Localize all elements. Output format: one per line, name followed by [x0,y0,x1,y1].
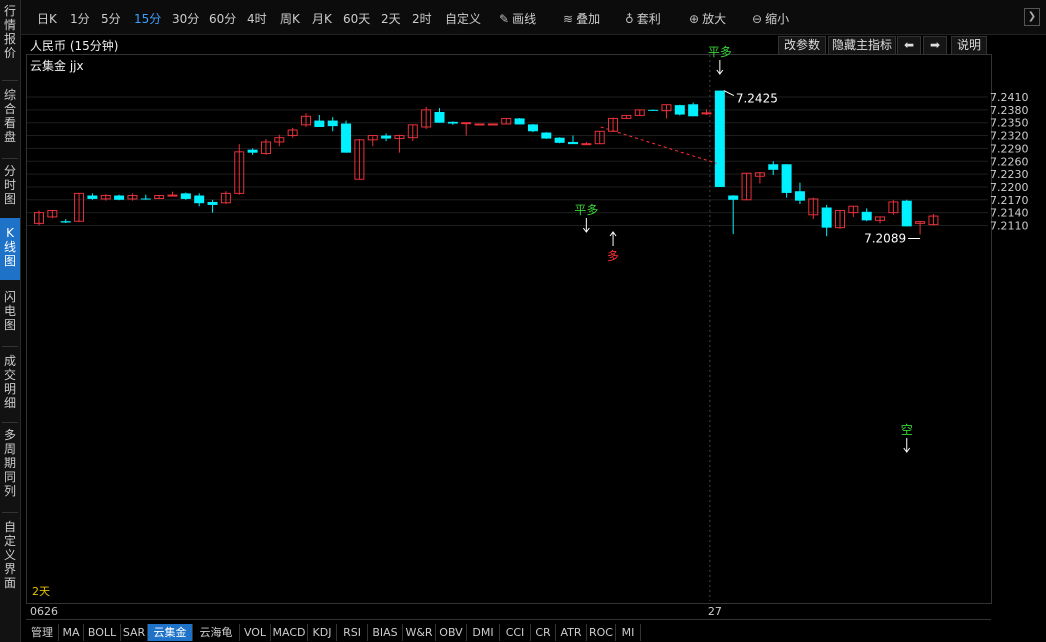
candle-body-down [527,124,538,132]
indicator-tab[interactable]: OBV [436,624,467,641]
candle-body-down [728,195,739,200]
signal-label-duo: 多 [607,249,619,263]
candle-body-down [381,135,392,139]
indicator-tab[interactable]: DMI [467,624,500,641]
kline-chart[interactable]: 7.24107.23807.23507.23207.22907.22607.22… [0,0,1046,642]
indicator-tab[interactable]: SAR [121,624,148,641]
candle-body-down [514,118,525,125]
signal-label-pingduo: 平多 [574,203,598,217]
indicator-tab[interactable]: ROC [587,624,616,641]
y-axis-tick-label: 7.2140 [990,207,1029,220]
candle-body-down [180,193,191,199]
candle-body-down [781,164,792,193]
candle-body-down [140,198,151,200]
candle-body-down [327,120,338,127]
indicator-tab[interactable]: W&R [403,624,436,641]
candle-body-down [554,137,565,143]
candle-body-down [768,164,779,170]
y-axis-tick-label: 7.2110 [990,220,1029,233]
y-axis-tick-label: 7.2200 [990,181,1029,194]
candle-body-down [447,121,458,124]
candle-body-up [461,122,472,125]
x-axis-label: 27 [707,605,722,618]
indicator-tab[interactable]: MI [616,624,641,641]
indicator-tab[interactable]: BIAS [368,624,403,641]
candle-body-up [167,194,178,197]
indicator-tab[interactable]: KDJ [308,624,337,641]
candle-body-up [701,112,712,115]
x-axis [26,603,991,620]
indicator-tab[interactable]: VOL [240,624,271,641]
y-axis-tick-label: 7.2410 [990,91,1029,104]
x-axis-label: 0626 [30,605,58,618]
y-axis-tick-label: 7.2260 [990,155,1029,168]
candle-body-up [487,123,498,126]
y-axis-tick-label: 7.2380 [990,104,1029,117]
candle-body-down [861,211,872,221]
candle-body-down [821,207,832,228]
candle-body-down [901,200,912,227]
candle-body-down [247,149,258,153]
y-axis-tick-label: 7.2290 [990,142,1029,155]
candle-body-down [60,221,71,223]
indicator-tabs: 管理 MA BOLL SAR 云集金 云海龟 VOL MACD KDJ RSI BIAS W&R OBV… [26,624,1046,642]
signal-label-pingduo: 平多 [708,45,732,59]
y-axis-tick-label: 7.2320 [990,130,1029,143]
candle-body-down [207,201,218,205]
candle-body-down [648,109,659,111]
indicator-tab[interactable]: CCI [500,624,531,641]
y-axis-tick-label: 7.2170 [990,194,1029,207]
indicator-tab[interactable]: RSI [337,624,368,641]
signal-label-kong: 空 [901,423,913,437]
candle-body-down [568,141,578,145]
indicator-tab[interactable]: 云集金 [148,624,193,641]
candle-body-down [114,195,125,200]
candle-body-down [434,111,445,123]
candle-body-down [541,132,552,139]
indicator-tab[interactable]: 管理 [26,624,59,641]
indicator-tab[interactable]: MA [59,624,84,641]
high-leader-line [723,90,735,97]
candle-body-up [581,143,592,146]
candle-body-down [688,104,699,117]
candle-body-down [674,105,685,115]
candle-body-up [474,123,485,126]
indicator-tab[interactable]: MACD [271,624,308,641]
candle-body-down [794,191,805,201]
candle-body-down [194,195,205,204]
period-label: 2天 [32,585,50,598]
y-axis-tick-label: 7.2350 [990,117,1029,130]
low-value-label: 7.2089 [864,231,906,245]
candle-body-down [314,120,325,127]
y-axis-tick-label: 7.2230 [990,168,1029,181]
candle-body-down [714,90,725,187]
candle-body-down [341,123,352,153]
signal-trend-line [600,126,717,164]
candle-body-down [87,195,98,199]
high-value-label: 7.2425 [736,92,778,106]
indicator-tab[interactable]: CR [531,624,556,641]
indicator-tab[interactable]: ATR [556,624,587,641]
indicator-tab[interactable]: BOLL [84,624,121,641]
indicator-tab[interactable]: 云海龟 [193,624,240,641]
